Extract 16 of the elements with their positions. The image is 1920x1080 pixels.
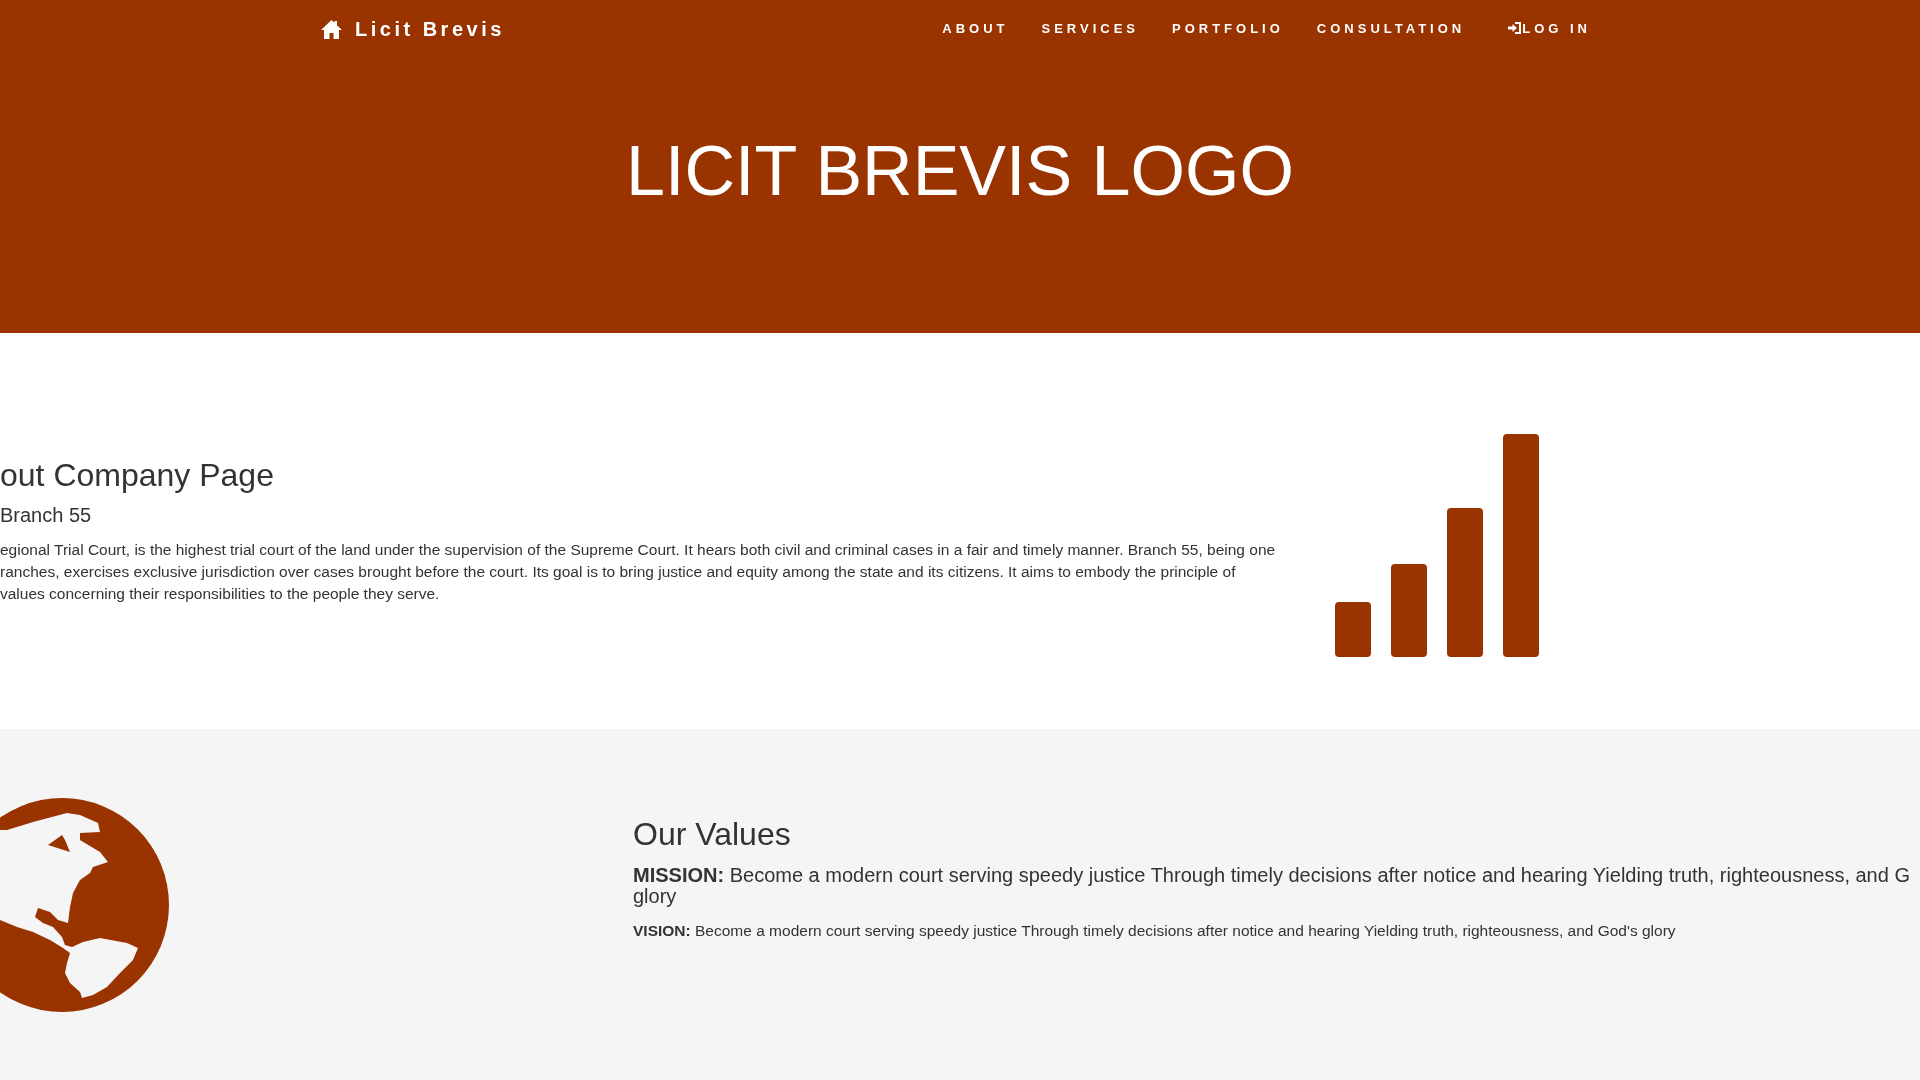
nav-link[interactable]: LOG IN [1498, 20, 1591, 36]
section-heading: Our Values [633, 817, 791, 852]
nav-link[interactable]: PORTFOLIO [1172, 20, 1284, 36]
login-icon [1508, 22, 1522, 34]
nav-link[interactable]: SERVICES [1041, 20, 1139, 36]
section-subheading: Branch 55 [0, 503, 92, 526]
home-icon [321, 20, 342, 39]
hero-title: LICIT BREVIS LOGO [626, 133, 1294, 210]
brand-link[interactable]: Licit Brevis [321, 15, 505, 41]
nav-link[interactable]: CONSULTATION [1316, 20, 1466, 36]
section-heading: out Company Page [0, 457, 274, 493]
mission-statement: MISSION: Become a modern court serving speedy justice Through timely decisions after notice and hearing Yielding truth, righteousness, and G glory [633, 865, 1910, 907]
bar-chart-icon [1335, 433, 1539, 657]
about-paragraph: egional Trial Court, is the highest trial court of the land under the supervision of the Supreme Court. It hears both civil and criminal cases in a fair and timely manner. Branch 55, being one ranches, exercises exclusive jurisdiction over cases brought before the court. Its goal is to bring justice and equity among the state and its citizens. It aims to embody the principle of values concerning their responsibilities to the people they serve. [0, 539, 1276, 604]
nav-link[interactable]: ABOUT [942, 20, 1009, 36]
vision-statement: VISION: Become a modern court serving speedy justice Through timely decisions after notice and hearing Yielding truth, righteousness, and God's glory [633, 921, 1676, 941]
